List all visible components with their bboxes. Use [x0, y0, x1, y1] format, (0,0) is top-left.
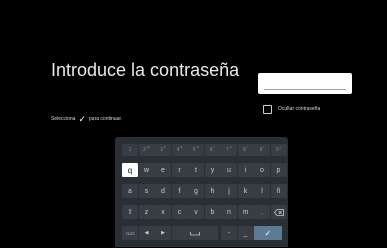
key-1[interactable]: 1	[122, 144, 138, 156]
key-u[interactable]: u	[221, 163, 237, 177]
key-alt-label: ^	[213, 145, 216, 149]
key-underscore[interactable]: _	[237, 226, 254, 240]
key-8[interactable]: 8 *	[237, 144, 254, 156]
key-z[interactable]: z	[138, 205, 155, 219]
key-4[interactable]: 4 $	[171, 144, 188, 156]
key-period[interactable]: .	[254, 205, 270, 219]
key-t[interactable]: t	[188, 163, 204, 177]
hide-password-checkbox[interactable]	[263, 104, 272, 114]
done-key[interactable]: ✓	[254, 226, 282, 240]
key-label: 6	[209, 147, 213, 153]
password-input[interactable]	[258, 73, 352, 94]
key-o[interactable]: o	[254, 163, 270, 177]
page-title: Introduce la contraseña	[51, 60, 240, 80]
key-label: 0	[276, 147, 279, 153]
key-2[interactable]: 2 @	[138, 144, 155, 156]
key-r[interactable]: r	[171, 163, 188, 177]
key-alt-label: %	[196, 145, 200, 149]
key-0[interactable]: 0)	[270, 144, 287, 156]
backspace-key[interactable]	[270, 205, 287, 219]
key-h[interactable]: h	[204, 184, 221, 198]
key-9[interactable]: 9(	[254, 144, 270, 156]
hide-password-label: Ocultar contraseña	[278, 106, 321, 112]
key-i[interactable]: i	[237, 163, 254, 177]
key-label: 7	[226, 147, 229, 153]
key-k[interactable]: k	[237, 184, 254, 198]
hide-password-toggle[interactable]: Ocultar contraseña	[263, 104, 320, 114]
shift-icon: ⇧	[127, 209, 133, 216]
key-label: 8	[243, 147, 246, 153]
key-j[interactable]: j	[221, 184, 237, 198]
checkmark-icon: ✓	[264, 228, 272, 238]
key-d[interactable]: d	[155, 184, 171, 198]
key-l[interactable]: l	[254, 184, 270, 198]
hint-text-after: para continuar.	[89, 116, 123, 122]
key-s[interactable]: s	[138, 184, 155, 198]
cursor-left-key[interactable]: ◀	[138, 226, 155, 240]
key-y[interactable]: y	[204, 163, 221, 177]
password-underline	[264, 89, 346, 90]
key-label: 1	[128, 147, 132, 153]
key-alt-label: (	[263, 145, 265, 149]
key-dash[interactable]: -	[221, 226, 237, 240]
key-alt-label: $	[180, 145, 183, 149]
key-a[interactable]: a	[122, 184, 138, 198]
key-label: 5	[192, 147, 196, 153]
key-n-tilde[interactable]: ñ	[270, 184, 287, 198]
key-label: 4	[176, 147, 180, 153]
key-q[interactable]: q	[122, 163, 138, 177]
backspace-icon	[273, 208, 284, 216]
key-alt-label: &	[229, 145, 232, 149]
key-label: 3	[160, 147, 164, 153]
key-v[interactable]: v	[188, 205, 204, 219]
space-key[interactable]	[171, 226, 218, 240]
key-m[interactable]: m	[237, 205, 254, 219]
key-e[interactable]: e	[155, 163, 171, 177]
symbols-key[interactable]: ?123	[122, 226, 138, 240]
key-5[interactable]: 5%	[188, 144, 204, 156]
key-label: 9	[259, 147, 263, 153]
key-f[interactable]: f	[171, 184, 188, 198]
checkmark-icon: ✓	[78, 113, 87, 124]
key-7[interactable]: 7 &	[221, 144, 237, 156]
key-p[interactable]: p	[270, 163, 287, 177]
continue-hint: Selecciona ✓ para continuar.	[51, 114, 122, 124]
key-c[interactable]: c	[171, 205, 188, 219]
on-screen-keyboard: 1 2 @ 3 # 4 $ 5% 6 ^ 7 & 8 * 9( 0) q w e r t y…	[115, 137, 288, 247]
key-alt-label: )	[279, 145, 281, 149]
key-g[interactable]: g	[188, 184, 204, 198]
key-6[interactable]: 6 ^	[204, 144, 221, 156]
hint-text-before: Selecciona	[51, 116, 76, 122]
shift-key[interactable]: ⇧	[122, 205, 138, 219]
key-n[interactable]: n	[221, 205, 237, 219]
key-alt-label: @	[146, 145, 150, 149]
cursor-right-key[interactable]: ▶	[155, 226, 171, 240]
key-alt-label: *	[246, 145, 248, 149]
key-label: 2	[143, 147, 146, 153]
space-icon	[189, 231, 200, 235]
key-x[interactable]: x	[155, 205, 171, 219]
key-3[interactable]: 3 #	[155, 144, 171, 156]
key-b[interactable]: b	[204, 205, 221, 219]
key-alt-label: #	[164, 145, 166, 149]
key-w[interactable]: w	[138, 163, 155, 177]
